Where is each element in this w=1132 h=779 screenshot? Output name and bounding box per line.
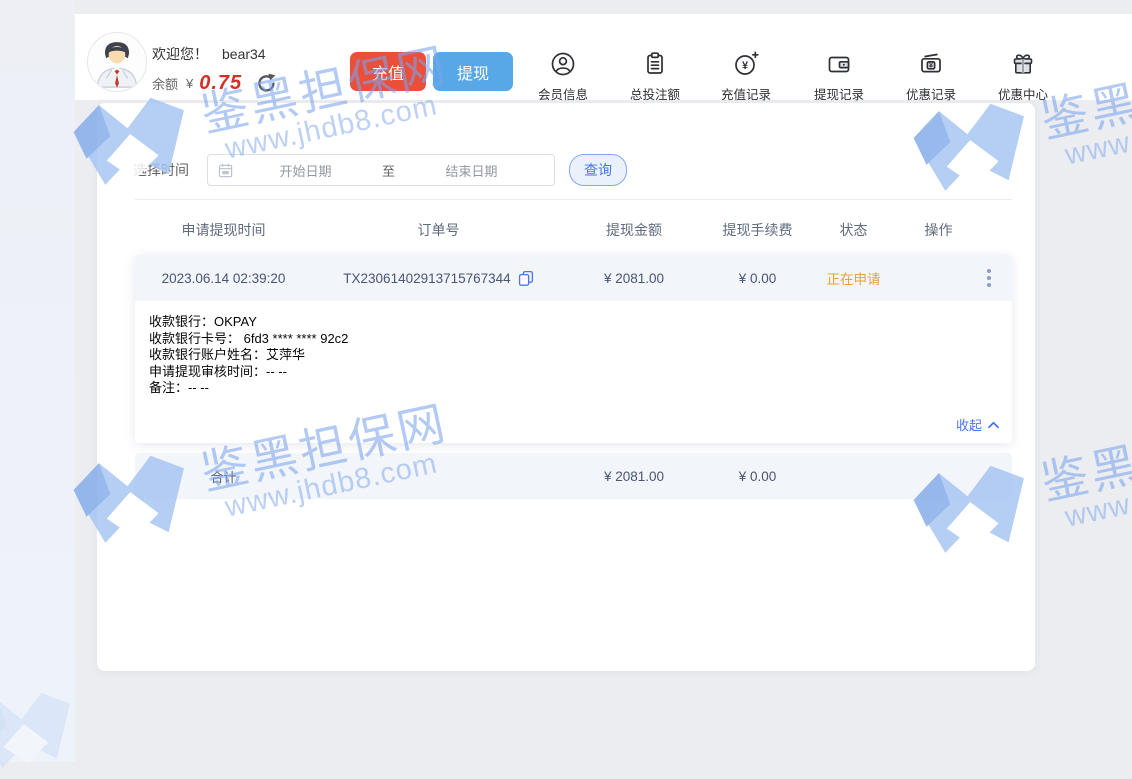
row-detail-panel: 收款银行：OKPAY 收款银行卡号： 6fd3 **** **** 92c2 收… xyxy=(135,301,1012,397)
col-header-amount: 提现金额 xyxy=(565,220,703,240)
nav-total-bets[interactable]: 总投注额 xyxy=(616,48,694,103)
row-order: TX23061402913715767344 xyxy=(312,270,565,286)
nav-promo-records[interactable]: ¥ 优惠记录 xyxy=(892,48,970,103)
nav-recharge-records[interactable]: ¥ 充值记录 xyxy=(707,48,785,103)
top-header: 欢迎您！ bear34 余额 ¥ 0.75 充值 提现 会员信息 xyxy=(75,14,1132,100)
total-amount: ¥ 2081.00 xyxy=(565,469,703,484)
table-header-row: 申请提现时间 订单号 提现金额 提现手续费 状态 操作 xyxy=(135,210,1012,250)
detail-review-time: 申请提现审核时间：-- -- xyxy=(149,364,998,381)
withdraw-records-icon xyxy=(800,48,878,80)
avatar xyxy=(87,32,147,92)
recharge-button[interactable]: 充值 xyxy=(350,52,426,91)
table-divider xyxy=(135,199,1012,200)
total-bets-icon xyxy=(616,48,694,80)
filter-row: 选择时间 开始日期 至 结束日期 查询 xyxy=(133,154,627,186)
nav-label: 会员信息 xyxy=(524,84,602,103)
row-action xyxy=(895,266,1012,290)
start-date-placeholder: 开始日期 xyxy=(233,161,378,180)
col-header-time: 申请提现时间 xyxy=(135,220,312,240)
detail-remark: 备注：-- -- xyxy=(149,380,998,397)
welcome-label: 欢迎您！ xyxy=(152,46,208,62)
withdraw-records-panel: 选择时间 开始日期 至 结束日期 查询 申请提现时间 订单号 提现金额 提现手续… xyxy=(97,103,1035,671)
more-actions-icon[interactable] xyxy=(984,266,994,290)
row-order-no: TX23061402913715767344 xyxy=(343,271,510,286)
col-header-fee: 提现手续费 xyxy=(703,220,812,240)
nav-withdraw-records[interactable]: 提现记录 xyxy=(800,48,878,103)
promo-center-icon xyxy=(984,48,1062,80)
filter-label: 选择时间 xyxy=(133,160,189,180)
row-time: 2023.06.14 02:39:20 xyxy=(135,271,312,286)
chevron-up-icon xyxy=(987,420,1000,429)
balance-value: 0.75 xyxy=(199,72,242,95)
calendar-icon xyxy=(218,163,233,178)
member-info-icon xyxy=(524,48,602,80)
detail-card-no: 收款银行卡号： 6fd3 **** **** 92c2 xyxy=(149,331,998,348)
end-date-placeholder: 结束日期 xyxy=(399,161,544,180)
svg-text:¥: ¥ xyxy=(742,60,749,72)
collapse-link[interactable]: 收起 xyxy=(956,415,1000,434)
balance-line: 余额 ¥ 0.75 xyxy=(152,72,277,95)
nav-label: 优惠记录 xyxy=(892,84,970,103)
total-label: 合计 xyxy=(135,467,312,486)
watermark-url: www.jhdb8.com xyxy=(1062,92,1132,173)
status-badge: 正在申请 xyxy=(812,268,895,288)
copy-icon[interactable] xyxy=(518,270,534,286)
balance-label: 余额 xyxy=(152,74,178,93)
recharge-records-icon: ¥ xyxy=(707,48,785,80)
detail-bank: 收款银行：OKPAY xyxy=(149,314,998,331)
currency-symbol: ¥ xyxy=(186,76,193,91)
row-amount: ¥ 2081.00 xyxy=(565,271,703,286)
refresh-balance-icon[interactable] xyxy=(256,73,277,94)
avatar-person-icon xyxy=(88,33,146,91)
watermark-brand: 鉴黑担保网 xyxy=(1034,394,1132,513)
date-range-separator: 至 xyxy=(378,161,399,180)
collapse-label: 收起 xyxy=(956,415,982,434)
page-left-margin xyxy=(0,0,75,762)
watermark-url: www.jhdb8.com xyxy=(1062,454,1132,535)
username: bear34 xyxy=(222,46,266,62)
detail-holder-name: 收款银行账户姓名：艾萍华 xyxy=(149,347,998,364)
row-fee: ¥ 0.00 xyxy=(703,271,812,286)
nav-label: 总投注额 xyxy=(616,84,694,103)
col-header-status: 状态 xyxy=(812,220,895,240)
nav-member-info[interactable]: 会员信息 xyxy=(524,48,602,103)
total-fee: ¥ 0.00 xyxy=(703,469,812,484)
total-row: 合计 ¥ 2081.00 ¥ 0.00 xyxy=(135,453,1012,499)
promo-records-icon: ¥ xyxy=(892,48,970,80)
nav-label: 提现记录 xyxy=(800,84,878,103)
col-header-order: 订单号 xyxy=(312,220,565,240)
nav-promo-center[interactable]: 优惠中心 xyxy=(984,48,1062,103)
nav-label: 充值记录 xyxy=(707,84,785,103)
col-header-action: 操作 xyxy=(895,220,1012,240)
withdraw-button[interactable]: 提现 xyxy=(433,52,513,91)
withdraw-record-card: 2023.06.14 02:39:20 TX230614029137157673… xyxy=(135,255,1012,443)
search-button[interactable]: 查询 xyxy=(569,154,627,186)
nav-label: 优惠中心 xyxy=(984,84,1062,103)
welcome-line: 欢迎您！ bear34 xyxy=(152,44,266,64)
date-range-input[interactable]: 开始日期 至 结束日期 xyxy=(207,154,555,186)
table-row: 2023.06.14 02:39:20 TX230614029137157673… xyxy=(135,255,1012,301)
